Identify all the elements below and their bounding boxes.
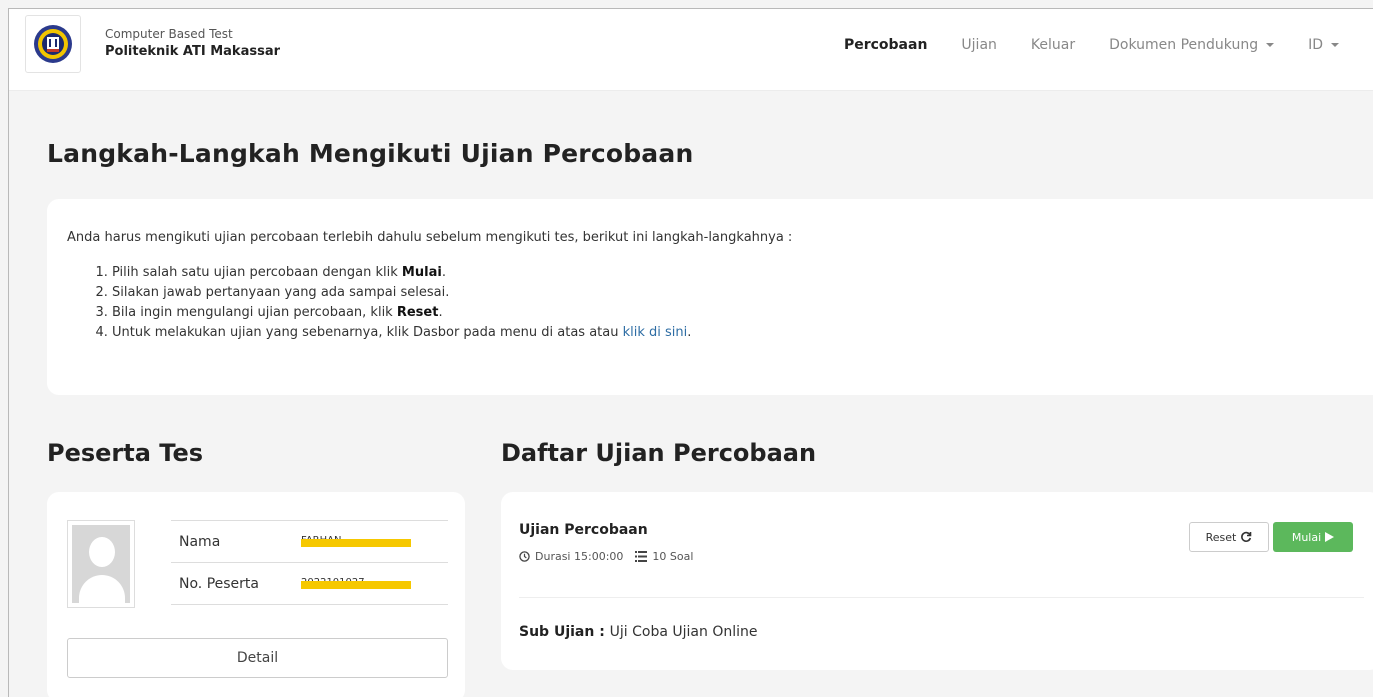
polteknik-logo-icon — [34, 25, 72, 63]
navbar: Computer Based Test Politeknik ATI Makas… — [9, 9, 1373, 91]
mulai-label: Mulai — [1291, 530, 1322, 544]
exam-title: Ujian Percobaan — [519, 522, 648, 538]
caret-down-icon — [1331, 43, 1339, 47]
redaction-bar — [301, 580, 411, 589]
peserta-table: Nama FARHAN No. Peserta 2022101027 — [171, 520, 448, 605]
instructions-card: Anda harus mengikuti ujian percobaan ter… — [47, 199, 1373, 395]
brand-title: Politeknik ATI Makassar — [105, 44, 280, 59]
brand-subtitle: Computer Based Test — [105, 27, 233, 41]
logo — [25, 15, 81, 73]
exam-meta: Durasi 15:00:00 10 Soal — [519, 550, 693, 563]
refresh-icon — [1241, 531, 1252, 542]
sub-ujian-label: Sub Ujian : — [519, 624, 610, 640]
reset-label: Reset — [1205, 530, 1237, 544]
page-title: Langkah-Langkah Mengikuti Ujian Percobaa… — [47, 139, 694, 168]
table-row: No. Peserta 2022101027 — [171, 563, 448, 605]
step-suffix: . — [687, 325, 692, 340]
nav-language-label: ID — [1308, 37, 1323, 53]
sub-ujian-value: Uji Coba Ujian Online — [609, 624, 758, 640]
step-text: Bila ingin mengulangi ujian percobaan, k… — [112, 305, 397, 320]
redaction-bar — [301, 538, 411, 547]
step-text: Untuk melakukan ujian yang sebenarnya, k… — [112, 325, 623, 340]
divider — [519, 597, 1364, 598]
exam-card: Ujian Percobaan Durasi 15:00:00 10 Soal … — [501, 492, 1373, 670]
step-item: Silakan jawab pertanyaan yang ada sampai… — [112, 283, 1367, 303]
table-row: Nama FARHAN — [171, 521, 448, 563]
avatar — [67, 520, 135, 608]
top-nav: Percobaan Ujian Keluar Dokumen Pendukung… — [810, 37, 1339, 53]
reset-button[interactable]: Reset — [1189, 522, 1269, 552]
exam-duration: Durasi 15:00:00 — [535, 550, 624, 563]
detail-button[interactable]: Detail — [67, 638, 448, 678]
caret-down-icon — [1266, 43, 1275, 47]
peserta-heading: Peserta Tes — [47, 439, 204, 467]
nav-dokumen-pendukung-dropdown[interactable]: Dokumen Pendukung — [1109, 37, 1275, 53]
step-text: Silakan jawab pertanyaan yang ada sampai… — [112, 285, 450, 300]
step-bold: Mulai — [401, 265, 442, 280]
nav-ujian[interactable]: Ujian — [961, 37, 996, 53]
nav-percobaan[interactable]: Percobaan — [844, 37, 927, 53]
app-frame: Computer Based Test Politeknik ATI Makas… — [8, 8, 1373, 697]
mulai-button[interactable]: Mulai — [1273, 522, 1353, 552]
clock-icon — [519, 551, 530, 562]
nama-value: FARHAN — [301, 535, 411, 549]
play-icon — [1325, 532, 1335, 542]
step-bold: Reset — [396, 305, 439, 320]
exam-question-count: 10 Soal — [652, 550, 694, 563]
brand-text: Computer Based Test Politeknik ATI Makas… — [105, 26, 280, 62]
klik-di-sini-link[interactable]: klik di sini — [623, 325, 688, 340]
nav-language-dropdown[interactable]: ID — [1308, 37, 1339, 53]
instructions-steps: Pilih salah satu ujian percobaan dengan … — [67, 263, 1367, 343]
list-icon — [635, 551, 648, 562]
no-peserta-label: No. Peserta — [179, 575, 259, 592]
daftar-heading: Daftar Ujian Percobaan — [501, 439, 817, 467]
step-text: Pilih salah satu ujian percobaan dengan … — [112, 265, 402, 280]
nama-label: Nama — [179, 533, 221, 550]
avatar-placeholder-icon — [72, 525, 130, 603]
sub-ujian: Sub Ujian : Uji Coba Ujian Online — [519, 624, 758, 640]
no-peserta-value: 2022101027 — [301, 577, 411, 591]
nav-keluar[interactable]: Keluar — [1031, 37, 1075, 53]
peserta-card: Nama FARHAN No. Peserta 2022101027 Detai… — [47, 492, 465, 697]
step-item: Pilih salah satu ujian percobaan dengan … — [112, 263, 1367, 283]
brand[interactable]: Computer Based Test Politeknik ATI Makas… — [25, 15, 280, 73]
step-item: Bila ingin mengulangi ujian percobaan, k… — [112, 303, 1367, 323]
step-item: Untuk melakukan ujian yang sebenarnya, k… — [112, 323, 1367, 343]
nav-dokumen-pendukung-label: Dokumen Pendukung — [1109, 37, 1259, 53]
step-suffix: . — [441, 265, 446, 280]
instructions-intro: Anda harus mengikuti ujian percobaan ter… — [67, 230, 793, 245]
step-suffix: . — [438, 305, 443, 320]
